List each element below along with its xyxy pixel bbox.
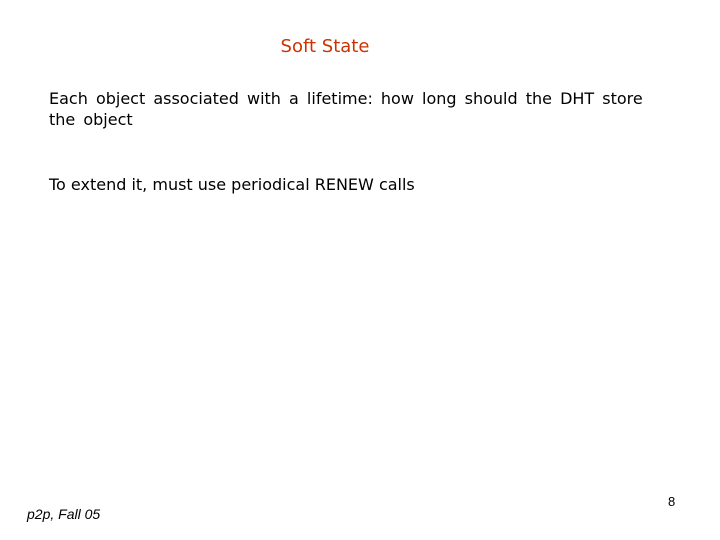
bullet-lifetime: Each object associated with a lifetime: … — [49, 89, 643, 129]
slide-title: Soft State — [280, 36, 370, 57]
page-number: 8 — [668, 494, 676, 509]
bullet-renew: To extend it, must use periodical RENEW … — [49, 175, 415, 194]
footer-course: p2p, Fall 05 — [27, 506, 101, 522]
